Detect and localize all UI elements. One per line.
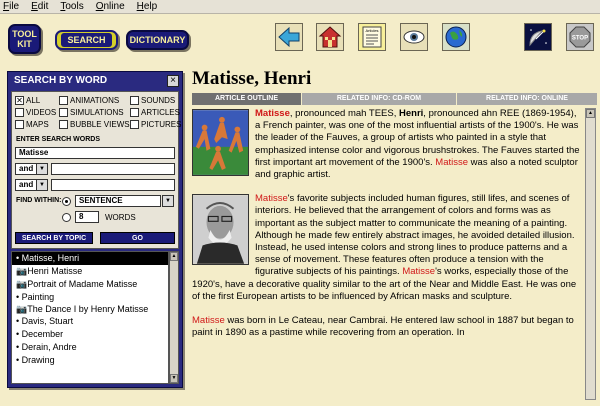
chevron-down-icon[interactable]: ▼ (36, 163, 48, 175)
find-within-label: FIND WITHIN: (16, 197, 62, 204)
list-item[interactable]: • Derain, Andre (12, 341, 168, 354)
results-list: • Matisse, Henri 📷Henri Matisse 📷Portrai… (11, 251, 169, 384)
camera-icon: 📷 (16, 279, 28, 289)
chevron-down-icon[interactable]: ▼ (162, 195, 174, 207)
article-tabs: ARTICLE OUTLINE RELATED INFO: CD-ROM REL… (192, 93, 597, 105)
tab-article-outline[interactable]: ARTICLE OUTLINE (192, 93, 302, 105)
tab-related-online[interactable]: RELATED INFO: ONLINE (457, 93, 597, 105)
search-word-3-input[interactable] (51, 179, 175, 191)
stop-icon[interactable]: STOP (566, 23, 594, 51)
svg-text:Articles: Articles (365, 28, 378, 33)
results-scrollbar[interactable]: ▲ ▼ (169, 251, 179, 384)
menu-file[interactable]: File (3, 1, 19, 12)
menu-online[interactable]: Online (96, 1, 125, 12)
filter-simulations[interactable]: SIMULATIONS (59, 108, 124, 117)
eye-icon[interactable] (400, 23, 428, 51)
search-panel-title: SEARCH BY WORD (14, 75, 108, 86)
search-form: ✕ ALL ANIMATIONS SOUNDS VIDEOS SIMULATION… (11, 91, 181, 249)
back-arrow-icon[interactable] (275, 23, 303, 51)
checkbox-icon[interactable] (130, 120, 139, 129)
menu-bar: File Edit Tools Online Help (0, 0, 600, 14)
operator-1-select[interactable]: and (15, 163, 37, 175)
operator-2-select[interactable]: and (15, 179, 37, 191)
satellite-dish-icon[interactable] (524, 23, 552, 51)
article-paragraph-2: Matisse's favorite subjects included hum… (192, 193, 577, 302)
tab-related-cd-rom[interactable]: RELATED INFO: CD-ROM (302, 93, 457, 105)
list-item[interactable]: • Davis, Stuart (12, 315, 168, 328)
checkbox-icon[interactable] (59, 120, 68, 129)
list-item[interactable]: • Painting (12, 291, 168, 304)
camera-icon: 📷 (16, 304, 28, 314)
filter-sounds[interactable]: SOUNDS (130, 96, 175, 105)
article-paragraph-1: Matisse, pronounced mah TEES, Henri, pro… (192, 108, 582, 181)
dictionary-button[interactable]: DICTIONARY (126, 30, 189, 50)
list-item[interactable]: 📷The Dance I by Henry Matisse (12, 304, 168, 315)
close-icon[interactable]: × (167, 75, 179, 87)
filter-articles[interactable]: ARTICLES (130, 108, 180, 117)
menu-tools[interactable]: Tools (60, 1, 83, 12)
articles-icon[interactable]: Articles (358, 23, 386, 51)
filter-pictures[interactable]: PICTURES (130, 120, 181, 129)
radio-sentence[interactable] (62, 197, 71, 206)
search-word-1-input[interactable]: Matisse (15, 147, 175, 159)
checkbox-icon[interactable] (59, 96, 68, 105)
radio-words[interactable] (62, 213, 71, 222)
search-by-topic-button[interactable]: SEARCH BY TOPIC (15, 232, 93, 244)
enter-search-words-label: ENTER SEARCH WORDS (16, 136, 101, 143)
checkbox-icon[interactable]: ✕ (15, 96, 24, 105)
checkbox-icon[interactable] (130, 96, 139, 105)
checkbox-icon[interactable] (59, 108, 68, 117)
article-paragraph-3: Matisse was born in Le Cateau, near Camb… (192, 315, 574, 339)
within-select[interactable]: SENTENCE (75, 195, 161, 207)
scroll-up-icon[interactable]: ▲ (170, 252, 178, 261)
camera-icon: 📷 (16, 266, 28, 276)
search-by-word-panel: SEARCH BY WORD × ✕ ALL ANIMATIONS SOUNDS … (7, 71, 183, 388)
toolbar: TOOL KIT SEARCH DICTIONARY Articles STOP (0, 15, 600, 65)
list-item[interactable]: • Drawing (12, 354, 168, 367)
home-icon[interactable] (316, 23, 344, 51)
checkbox-icon[interactable] (15, 120, 24, 129)
article-title: Matisse, Henri (192, 68, 312, 89)
dance-painting-image[interactable] (192, 109, 249, 176)
globe-icon[interactable] (442, 23, 470, 51)
words-count-input[interactable]: 8 (75, 211, 99, 223)
search-word-2-input[interactable] (51, 163, 175, 175)
scroll-up-icon[interactable]: ▲ (586, 109, 595, 118)
list-item[interactable]: 📷Henri Matisse (12, 265, 168, 278)
filter-all[interactable]: ✕ ALL (15, 96, 40, 105)
filter-maps[interactable]: MAPS (15, 120, 49, 129)
list-item[interactable]: • Matisse, Henri (12, 252, 168, 265)
chevron-down-icon[interactable]: ▼ (36, 179, 48, 191)
filter-bubble-views[interactable]: BUBBLE VIEWS (59, 120, 130, 129)
svg-text:STOP: STOP (572, 36, 588, 42)
menu-help[interactable]: Help (137, 1, 158, 12)
checkbox-icon[interactable] (15, 108, 24, 117)
toolkit-button[interactable]: TOOL KIT (8, 24, 41, 54)
list-item[interactable]: • December (12, 328, 168, 341)
checkbox-icon[interactable] (130, 108, 139, 117)
list-item[interactable]: 📷Portrait of Madame Matisse (12, 278, 168, 291)
article-scrollbar[interactable]: ▲ (585, 108, 596, 400)
app-window: File Edit Tools Online Help TOOL KIT SEA… (0, 0, 600, 406)
go-button[interactable]: GO (100, 232, 175, 244)
article-body: Matisse, pronounced mah TEES, Henri, pro… (192, 108, 582, 406)
filter-animations[interactable]: ANIMATIONS (59, 96, 119, 105)
words-label: WORDS (105, 213, 136, 222)
search-button[interactable]: SEARCH (55, 30, 118, 50)
menu-edit[interactable]: Edit (31, 1, 48, 12)
filter-videos[interactable]: VIDEOS (15, 108, 56, 117)
scroll-down-icon[interactable]: ▼ (170, 374, 178, 383)
matisse-portrait-image[interactable] (192, 194, 249, 266)
